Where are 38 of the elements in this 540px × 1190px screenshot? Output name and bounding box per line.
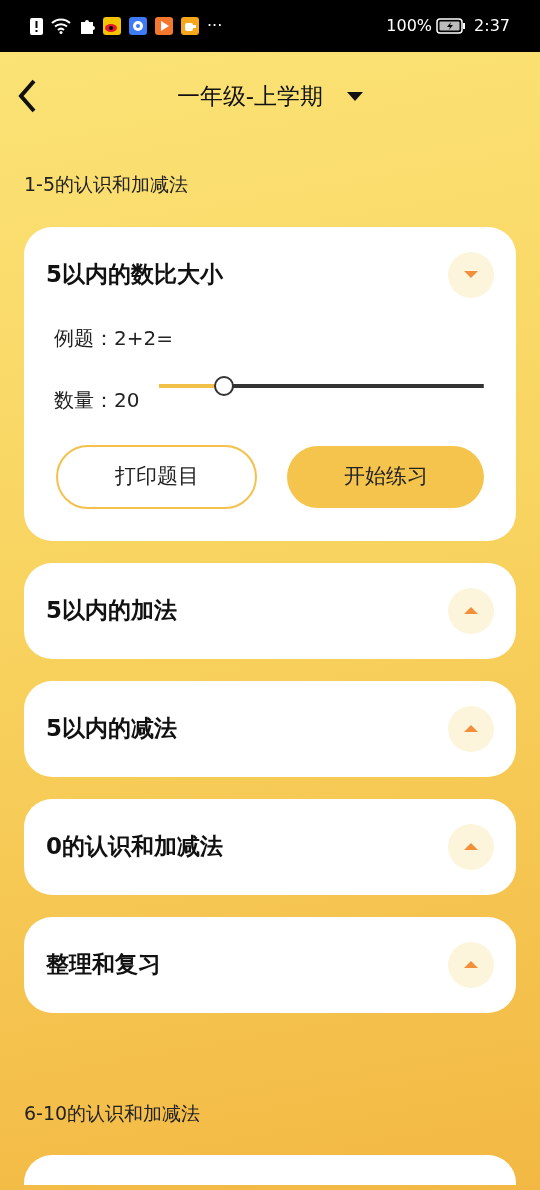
caret-up-icon bbox=[464, 843, 478, 850]
count-value: 20 bbox=[114, 386, 140, 414]
caret-up-icon bbox=[464, 725, 478, 732]
start-button[interactable]: 开始练习 bbox=[287, 445, 484, 508]
example-text: 2+2= bbox=[114, 324, 173, 352]
app-icon bbox=[155, 17, 173, 35]
print-button[interactable]: 打印题目 bbox=[56, 444, 257, 509]
wifi-icon bbox=[51, 18, 71, 34]
expand-button[interactable] bbox=[448, 587, 494, 634]
expand-button[interactable] bbox=[448, 705, 494, 752]
lesson-title: 5以内的加法 bbox=[46, 596, 177, 626]
caret-up-icon bbox=[464, 961, 478, 968]
example-label: 例题： bbox=[54, 324, 114, 352]
section-title: 6-10的认识和加减法 bbox=[23, 1100, 202, 1126]
caret-icon bbox=[347, 91, 364, 101]
lesson-title: 整理和复习 bbox=[46, 950, 161, 980]
puzzle-icon bbox=[79, 18, 95, 34]
expand-button[interactable] bbox=[448, 823, 494, 870]
app-icon bbox=[181, 17, 199, 35]
section-title: 1-5的认识和加减法 bbox=[23, 172, 190, 197]
battery-percent: 100% bbox=[386, 15, 433, 37]
more-indicator: ··· bbox=[207, 15, 223, 37]
count-label: 数量： bbox=[54, 386, 114, 414]
lesson-title: 0的认识和加减法 bbox=[46, 832, 223, 862]
caret-down-icon bbox=[464, 271, 478, 278]
back-button[interactable] bbox=[16, 78, 38, 114]
app-icon bbox=[129, 17, 147, 35]
notification-icon bbox=[30, 17, 43, 35]
caret-up-icon bbox=[464, 607, 478, 614]
app-icon bbox=[103, 17, 121, 35]
battery-icon bbox=[436, 18, 467, 34]
expand-button[interactable] bbox=[448, 941, 494, 988]
clock: 2:37 bbox=[474, 15, 510, 37]
lesson-title: 5以内的减法 bbox=[46, 714, 177, 744]
semester-dropdown[interactable]: 一年级-上学期 bbox=[170, 77, 370, 115]
lesson-title: 5以内的数比大小 bbox=[46, 260, 223, 290]
slider-thumb[interactable] bbox=[214, 375, 235, 396]
collapse-button[interactable] bbox=[448, 251, 494, 298]
